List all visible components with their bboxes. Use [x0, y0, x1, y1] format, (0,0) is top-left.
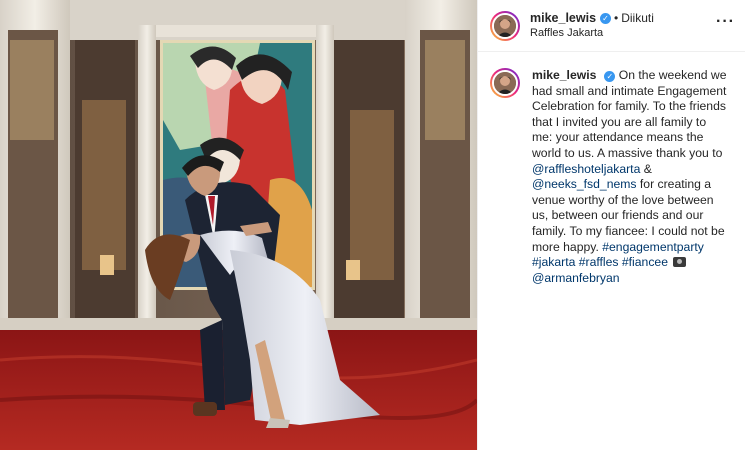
- instagram-post: mike_lewis ✓ • Diikuti Raffles Jakarta ·…: [0, 0, 745, 450]
- mention-neeks-fsd-nems[interactable]: @neeks_fsd_nems: [532, 177, 637, 191]
- verified-badge-icon: ✓: [600, 12, 612, 24]
- header-meta: mike_lewis ✓ • Diikuti Raffles Jakarta: [530, 11, 716, 41]
- post-photo[interactable]: [0, 0, 477, 450]
- caption-verified-badge-icon: ✓: [604, 71, 616, 82]
- hashtag-engagementparty[interactable]: #engagementparty: [602, 240, 704, 254]
- hashtag-raffles[interactable]: #raffles: [579, 255, 619, 269]
- caption-avatar-image: [492, 70, 518, 96]
- hashtag-jakarta[interactable]: #jakarta: [532, 255, 575, 269]
- follow-status-button[interactable]: Diikuti: [621, 11, 654, 26]
- caption-comment: mike_lewis ✓ On the weekend we had small …: [478, 52, 745, 286]
- mention-raffleshoteljakarta[interactable]: @raffleshoteljakarta: [532, 162, 640, 176]
- header-username[interactable]: mike_lewis: [530, 11, 596, 26]
- camera-emoji-icon: [673, 257, 687, 268]
- post-header: mike_lewis ✓ • Diikuti Raffles Jakarta ·…: [478, 0, 745, 52]
- location-link[interactable]: Raffles Jakarta: [530, 26, 716, 41]
- caption-avatar[interactable]: [490, 68, 520, 98]
- avatar[interactable]: [490, 10, 520, 41]
- avatar-image: [492, 12, 518, 39]
- caption-text: mike_lewis ✓ On the weekend we had small …: [532, 68, 728, 286]
- more-horizontal-icon[interactable]: ···: [716, 13, 735, 39]
- mention-armanfebryan[interactable]: @armanfebryan: [532, 271, 620, 285]
- caption-username[interactable]: mike_lewis: [532, 68, 596, 82]
- post-sidebar: mike_lewis ✓ • Diikuti Raffles Jakarta ·…: [477, 0, 745, 450]
- caption-amp: &: [640, 161, 652, 176]
- separator-dot: •: [614, 10, 619, 25]
- engagement-photo: [0, 0, 477, 450]
- hashtag-fiancee[interactable]: #fiancee: [622, 255, 668, 269]
